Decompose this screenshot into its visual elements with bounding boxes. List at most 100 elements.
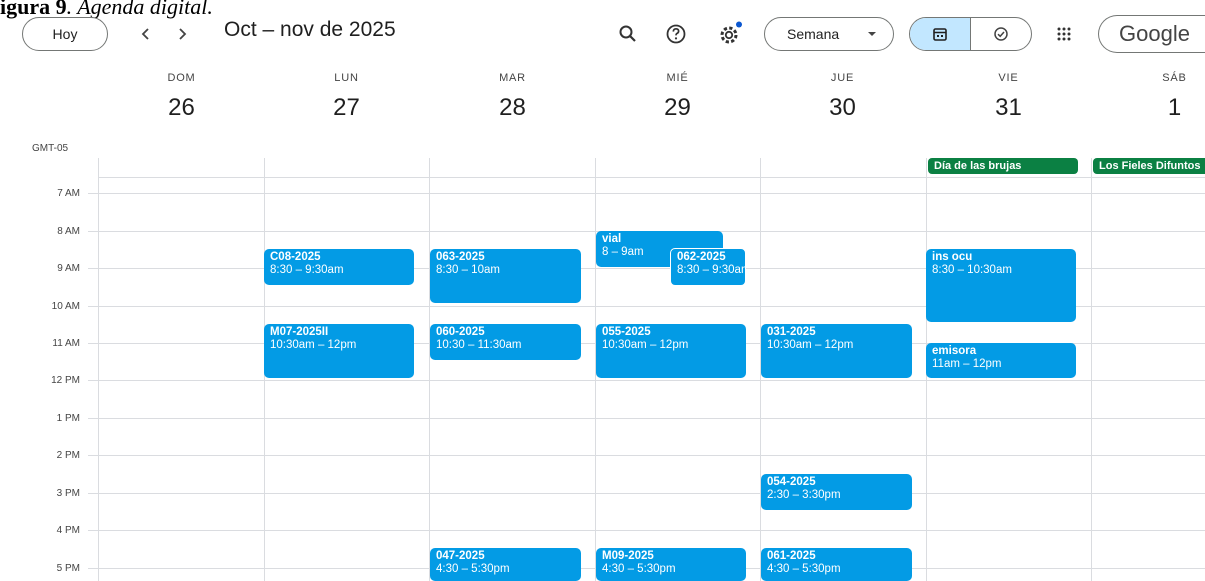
task-check-icon [994,27,1008,41]
all-day-event-dia-de-muertos[interactable]: Los Fieles Difuntos [1093,158,1205,174]
event-time: 10:30am – 12pm [602,339,689,351]
event-047-2025[interactable]: 047-2025 4:30 – 5:30pm [430,548,581,581]
all-day-event-halloween[interactable]: Día de las brujas [928,158,1078,174]
event-title: 060-2025 [436,326,485,338]
event-title: C08-2025 [270,251,321,263]
help-icon[interactable] [662,20,690,48]
event-title: 061-2025 [767,550,816,562]
day-header-sat[interactable]: SÁB 1 [1092,72,1205,122]
hour-gridline [88,530,1205,531]
hour-label: 3 PM [56,488,80,499]
day-of-week: DOM [167,72,196,84]
event-title: M09-2025 [602,550,654,562]
event-054-2025[interactable]: 054-2025 2:30 – 3:30pm [761,474,912,510]
event-time: 4:30 – 5:30pm [767,563,841,575]
event-title: ins ocu [932,251,973,263]
hour-label: 7 AM [57,188,80,199]
event-time: 10:30am – 12pm [270,339,357,351]
event-emisora[interactable]: emisora 11am – 12pm [926,343,1076,378]
event-c08-2025[interactable]: C08-2025 8:30 – 9:30am [264,249,414,285]
hour-label: 10 AM [51,301,80,312]
hour-label: 1 PM [56,413,80,424]
event-title: 055-2025 [602,326,651,338]
event-time: 8:30 – 9:30am [270,264,344,276]
day-of-week: SÁB [1162,72,1187,84]
day-number: 26 [168,94,195,121]
settings-gear-icon[interactable] [716,20,744,48]
hour-label: 12 PM [51,375,80,386]
chevron-right-icon[interactable] [170,20,194,48]
calendar-tasks-toggle [909,17,1032,51]
event-time: 4:30 – 5:30pm [436,563,510,575]
grid-column-line [429,158,430,581]
tasks-view-toggle[interactable] [971,18,1031,50]
day-of-week: JUE [830,72,855,84]
event-063-2025[interactable]: 063-2025 8:30 – 10am [430,249,581,303]
caret-down-icon [867,26,877,42]
day-number: 27 [333,94,360,121]
day-number: 29 [664,94,691,121]
event-title: 054-2025 [767,476,816,488]
event-055-2025[interactable]: 055-2025 10:30am – 12pm [596,324,746,378]
event-time: 8:30 – 9:30am [677,264,746,276]
event-time: 10:30am – 12pm [767,339,854,351]
today-button[interactable]: Hoy [22,17,108,51]
event-060-2025[interactable]: 060-2025 10:30 – 11:30am [430,324,581,360]
event-title: 062-2025 [677,251,726,263]
day-header-thu[interactable]: JUE 30 [760,72,925,122]
hour-label: 11 AM [52,338,80,349]
hour-gridline [88,380,1205,381]
hour-label: 2 PM [56,450,80,461]
day-header-wed[interactable]: MIÉ 29 [595,72,760,122]
event-time: 11am – 12pm [932,358,1002,370]
event-title: 031-2025 [767,326,816,338]
top-toolbar: Hoy Oct – nov de 2025 Semana Google [0,14,1205,54]
event-title: 047-2025 [436,550,485,562]
grid-column-line [1091,158,1092,581]
event-ins-ocu[interactable]: ins ocu 8:30 – 10:30am [926,249,1076,322]
day-number: 30 [829,94,856,121]
day-header-tue[interactable]: MAR 28 [430,72,595,122]
event-title: vial [602,233,622,245]
event-time: 4:30 – 5:30pm [602,563,676,575]
event-title: emisora [932,345,977,357]
day-header-mon[interactable]: LUN 27 [264,72,429,122]
search-icon[interactable] [614,20,642,48]
event-time: 8:30 – 10am [436,264,500,276]
event-062-2025[interactable]: 062-2025 8:30 – 9:30am [670,248,746,286]
calendar-icon [933,28,947,41]
date-range-title: Oct – nov de 2025 [224,18,396,41]
day-header-sun[interactable]: DOM 26 [99,72,264,122]
day-of-week: VIE [998,72,1019,84]
event-m07-2025ii[interactable]: M07-2025II 10:30am – 12pm [264,324,414,378]
day-of-week: MIÉ [666,72,689,84]
calendar-view-toggle[interactable] [910,18,971,50]
day-of-week: LUN [334,72,359,84]
hour-label: 4 PM [56,525,80,536]
day-number: 1 [1167,94,1182,121]
day-number: 28 [499,94,526,121]
hour-label: 9 AM [57,263,80,274]
apps-grid-icon[interactable] [1050,20,1078,48]
hour-gridline [88,418,1205,419]
view-selector[interactable]: Semana [764,17,894,51]
event-m09-2025[interactable]: M09-2025 4:30 – 5:30pm [596,548,746,581]
event-061-2025[interactable]: 061-2025 4:30 – 5:30pm [761,548,912,581]
chevron-left-icon[interactable] [134,20,158,48]
event-031-2025[interactable]: 031-2025 10:30am – 12pm [761,324,912,378]
hour-gridline [88,493,1205,494]
day-of-week: MAR [499,72,526,84]
event-time: 10:30 – 11:30am [436,339,522,351]
google-account-button[interactable]: Google [1098,15,1205,53]
hour-label: 5 PM [56,563,80,574]
hour-gridline [88,455,1205,456]
event-title: M07-2025II [270,326,329,338]
event-title: 063-2025 [436,251,485,263]
day-header-fri[interactable]: VIE 31 [926,72,1091,122]
event-time: 2:30 – 3:30pm [767,489,841,501]
hour-gridline [88,193,1205,194]
grid-column-line [98,158,99,581]
timezone-label: GMT-05 [32,143,69,154]
hour-label: 8 AM [57,226,80,237]
day-number: 31 [995,94,1022,121]
